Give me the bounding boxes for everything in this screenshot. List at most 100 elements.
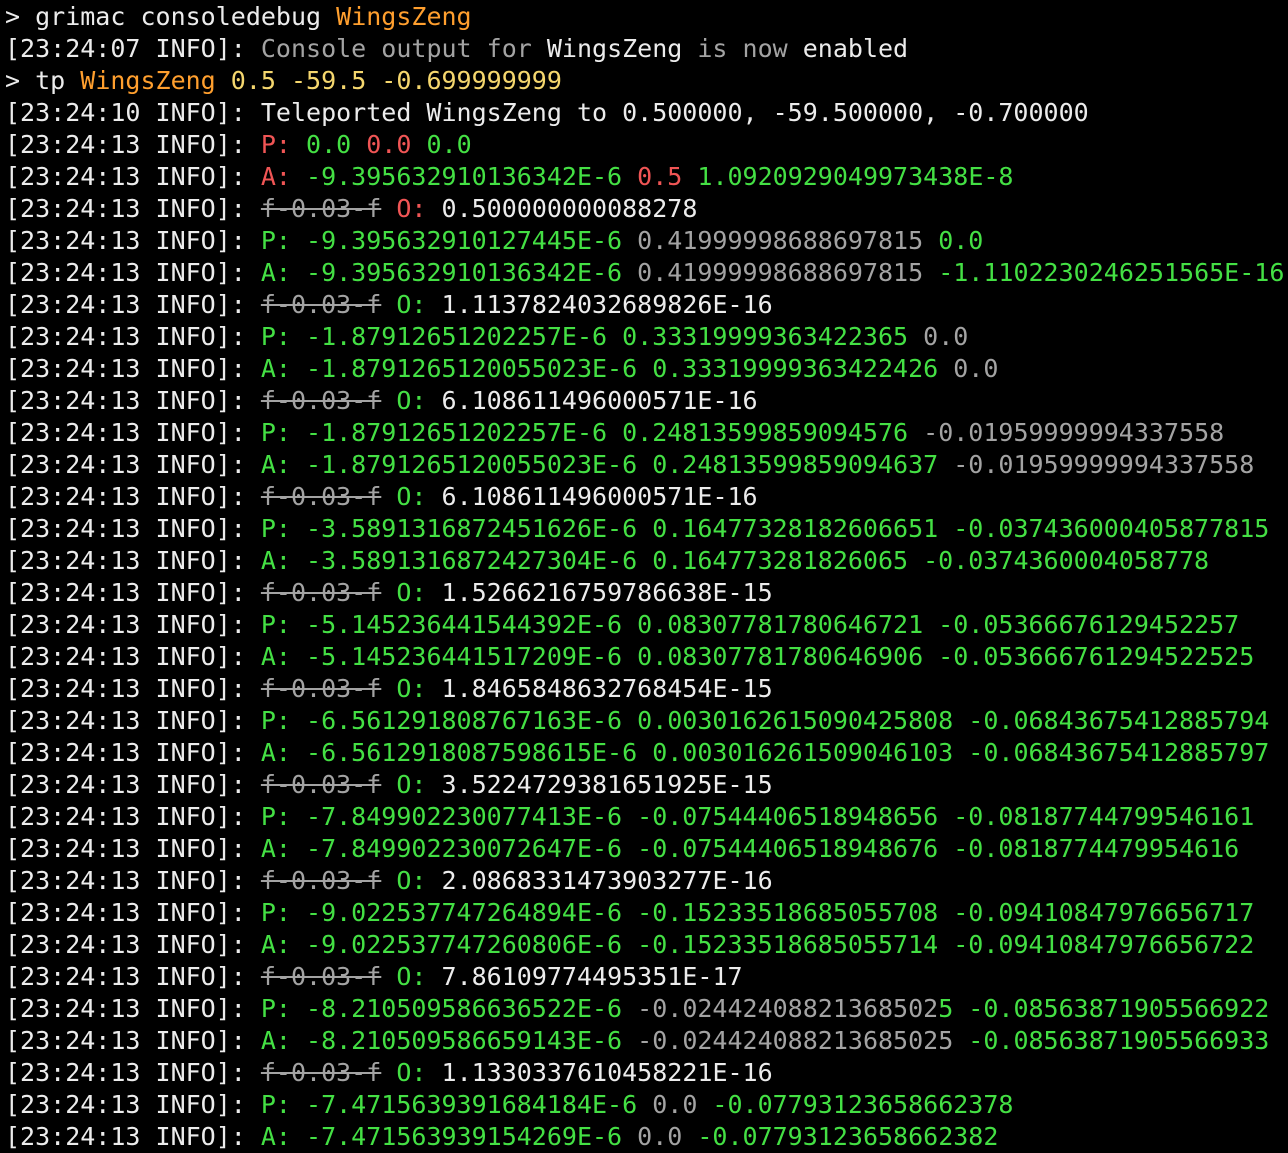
console-line: [23:24:13 INFO]: A: -5.145236441517209E-… (5, 641, 1288, 673)
console-text-segment: [23:24:13 INFO]: (5, 770, 261, 799)
console-text-segment: 0.5 (637, 162, 698, 191)
console-text-segment: P: -9.395632910127445E-6 (260, 226, 638, 255)
console-line: [23:24:13 INFO]: P: -5.145236441544392E-… (5, 609, 1288, 641)
console-line: [23:24:13 INFO]: P: -1.87912651202257E-6… (5, 417, 1288, 449)
console-text-segment: [23:24:13 INFO]: (5, 1122, 261, 1151)
console-text-segment: P: -8.210509586636522E-6 (260, 994, 638, 1023)
console-text-segment: -0.01959999994337558 (923, 418, 1225, 447)
console-line: [23:24:13 INFO]: A: -8.210509586659143E-… (5, 1025, 1288, 1057)
console-text-segment: 7.86109774495351E-17 (441, 962, 743, 991)
console-text-segment: Console output for (260, 34, 547, 63)
console-text-segment: O: (381, 674, 442, 703)
console-line: [23:24:13 INFO]: f-0.03-f O: 6.108611496… (5, 385, 1288, 417)
console-text-segment: enabled (802, 34, 909, 63)
console-text-segment: 0.41999998688697815 (637, 226, 939, 255)
console-text-segment: [23:24:13 INFO]: (5, 194, 261, 223)
console-text-segment: WingsZeng (80, 66, 216, 95)
console-text-segment: WingsZeng (546, 34, 683, 63)
console-line: [23:24:13 INFO]: f-0.03-f O: 3.522472938… (5, 769, 1288, 801)
console-text-segment: A: -1.8791265120055023E-6 0.248135998590… (260, 450, 954, 479)
console-text-segment: P: (260, 130, 307, 159)
console-text-segment: -0.01959999994337558 (953, 450, 1255, 479)
console-text-segment: [23:24:13 INFO]: (5, 162, 261, 191)
console-text-segment: 1.1330337610458221E-16 (441, 1058, 773, 1087)
console-text-segment: A: -7.849902230072647E-6 -0.075444065189… (260, 834, 1240, 863)
console-line: [23:24:13 INFO]: f-0.03-f O: 1.846584863… (5, 673, 1288, 705)
console-text-segment: 5 -0.08563871905566922 (938, 994, 1270, 1023)
console-text-segment: -9.395632910136342E-6 (306, 162, 638, 191)
console-text-segment: f-0.03-f (260, 386, 382, 415)
console-line: [23:24:13 INFO]: P: -9.022537747264894E-… (5, 897, 1288, 929)
console-line: > tp WingsZeng 0.5 -59.5 -0.699999999 (5, 65, 1288, 97)
console-text-segment: O: (381, 290, 442, 319)
console-text-segment: f-0.03-f (260, 578, 382, 607)
console-line: [23:24:13 INFO]: P: -3.5891316872451626E… (5, 513, 1288, 545)
console-text-segment: [23:24:13 INFO]: (5, 418, 261, 447)
console-line: [23:24:13 INFO]: f-0.03-f O: 2.086833147… (5, 865, 1288, 897)
console-output[interactable]: > grimac consoledebug WingsZeng [23:24:07… (0, 0, 1288, 1153)
console-line: [23:24:13 INFO]: A: -1.8791265120055023E… (5, 449, 1288, 481)
console-text-segment: f-0.03-f (260, 482, 382, 511)
console-text-segment: [23:24:13 INFO]: (5, 610, 261, 639)
console-text-segment: 0.0 (938, 226, 984, 255)
console-text-segment: [23:24:13 INFO]: (5, 354, 261, 383)
console-text-segment: P: -3.5891316872451626E-6 0.164773281826… (260, 514, 1270, 543)
console-text-segment: A: -9.395632910136342E-6 (260, 258, 638, 287)
console-text-segment: 1.1137824032689826E-16 (441, 290, 773, 319)
console-text-segment: 0.5 -59.5 -0.699999999 (215, 66, 562, 95)
console-text-segment: f-0.03-f (260, 194, 382, 223)
console-line: [23:24:13 INFO]: f-0.03-f O: 1.113782403… (5, 289, 1288, 321)
console-text-segment: f-0.03-f (260, 290, 382, 319)
console-text-segment: A: -3.5891316872427304E-6 0.164773281826… (260, 546, 1210, 575)
console-text-segment: [23:24:13 INFO]: (5, 226, 261, 255)
console-text-segment: [23:24:13 INFO]: (5, 898, 261, 927)
console-line: [23:24:13 INFO]: A: -9.395632910136342E-… (5, 161, 1288, 193)
console-text-segment: [23:24:13 INFO]: (5, 1058, 261, 1087)
console-text-segment: 3.5224729381651925E-15 (441, 770, 773, 799)
console-text-segment: 0.0 (953, 354, 999, 383)
console-line: [23:24:13 INFO]: P: -1.87912651202257E-6… (5, 321, 1288, 353)
console-text-segment: [23:24:13 INFO]: (5, 994, 261, 1023)
console-text-segment: O: (381, 386, 442, 415)
console-text-segment: [23:24:07 INFO]: (5, 34, 261, 63)
console-text-segment: [23:24:13 INFO]: (5, 962, 261, 991)
console-text-segment: -1.1102230246251565E-16 (938, 258, 1285, 287)
console-line: [23:24:13 INFO]: f-0.03-f O: 6.108611496… (5, 481, 1288, 513)
console-text-segment: 2.0868331473903277E-16 (441, 866, 773, 895)
console-text-segment: 0.0 (366, 130, 427, 159)
console-line: [23:24:13 INFO]: A: -1.8791265120055023E… (5, 353, 1288, 385)
console-text-segment: [23:24:13 INFO]: (5, 706, 261, 735)
console-line: [23:24:13 INFO]: P: -7.849902230077413E-… (5, 801, 1288, 833)
console-text-segment: A: -9.022537747260806E-6 -0.152335186850… (260, 930, 1255, 959)
console-text-segment: P: -1.87912651202257E-6 0.33319999363422… (260, 322, 924, 351)
console-text-segment: f-0.03-f (260, 1058, 382, 1087)
console-text-segment: [23:24:13 INFO]: (5, 642, 261, 671)
console-text-segment: 0.41999998688697815 (637, 258, 939, 287)
console-text-segment: 0.0 (923, 322, 969, 351)
console-text-segment: 0.0 (426, 130, 472, 159)
console-text-segment: > grimac consoledebug (5, 2, 337, 31)
console-text-segment: WingsZeng (336, 2, 472, 31)
console-line: [23:24:10 INFO]: Teleported WingsZeng to… (5, 97, 1288, 129)
console-text-segment: [23:24:13 INFO]: (5, 834, 261, 863)
console-text-segment: [23:24:13 INFO]: (5, 930, 261, 959)
console-text-segment: A: -7.471563939154269E-6 (260, 1122, 638, 1151)
console-text-segment: -0.08563871905566933 (953, 1026, 1270, 1055)
console-line: > grimac consoledebug WingsZeng (5, 1, 1288, 33)
console-line: [23:24:13 INFO]: f-0.03-f O: 1.133033761… (5, 1057, 1288, 1089)
console-text-segment: [23:24:13 INFO]: (5, 386, 261, 415)
console-text-segment: O: (381, 194, 442, 223)
console-text-segment: P: -9.022537747264894E-6 -0.152335186850… (260, 898, 1255, 927)
console-text-segment: O: (381, 578, 442, 607)
console-line: [23:24:13 INFO]: A: -9.395632910136342E-… (5, 257, 1288, 289)
console-text-segment: [23:24:13 INFO]: (5, 546, 261, 575)
console-line: [23:24:13 INFO]: A: -6.5612918087598615E… (5, 737, 1288, 769)
console-line: [23:24:13 INFO]: A: -9.022537747260806E-… (5, 929, 1288, 961)
console-line: [23:24:13 INFO]: A: -7.471563939154269E-… (5, 1121, 1288, 1153)
console-text-segment: -0.024424088213685025 (637, 1026, 954, 1055)
console-text-segment: 6.108611496000571E-16 (441, 386, 758, 415)
console-text-segment: f-0.03-f (260, 674, 382, 703)
console-text-segment: P: -7.849902230077413E-6 -0.075444065189… (260, 802, 1255, 831)
console-text-segment: 0.0 (306, 130, 367, 159)
console-text-segment: -0.02442408821368502 (637, 994, 939, 1023)
